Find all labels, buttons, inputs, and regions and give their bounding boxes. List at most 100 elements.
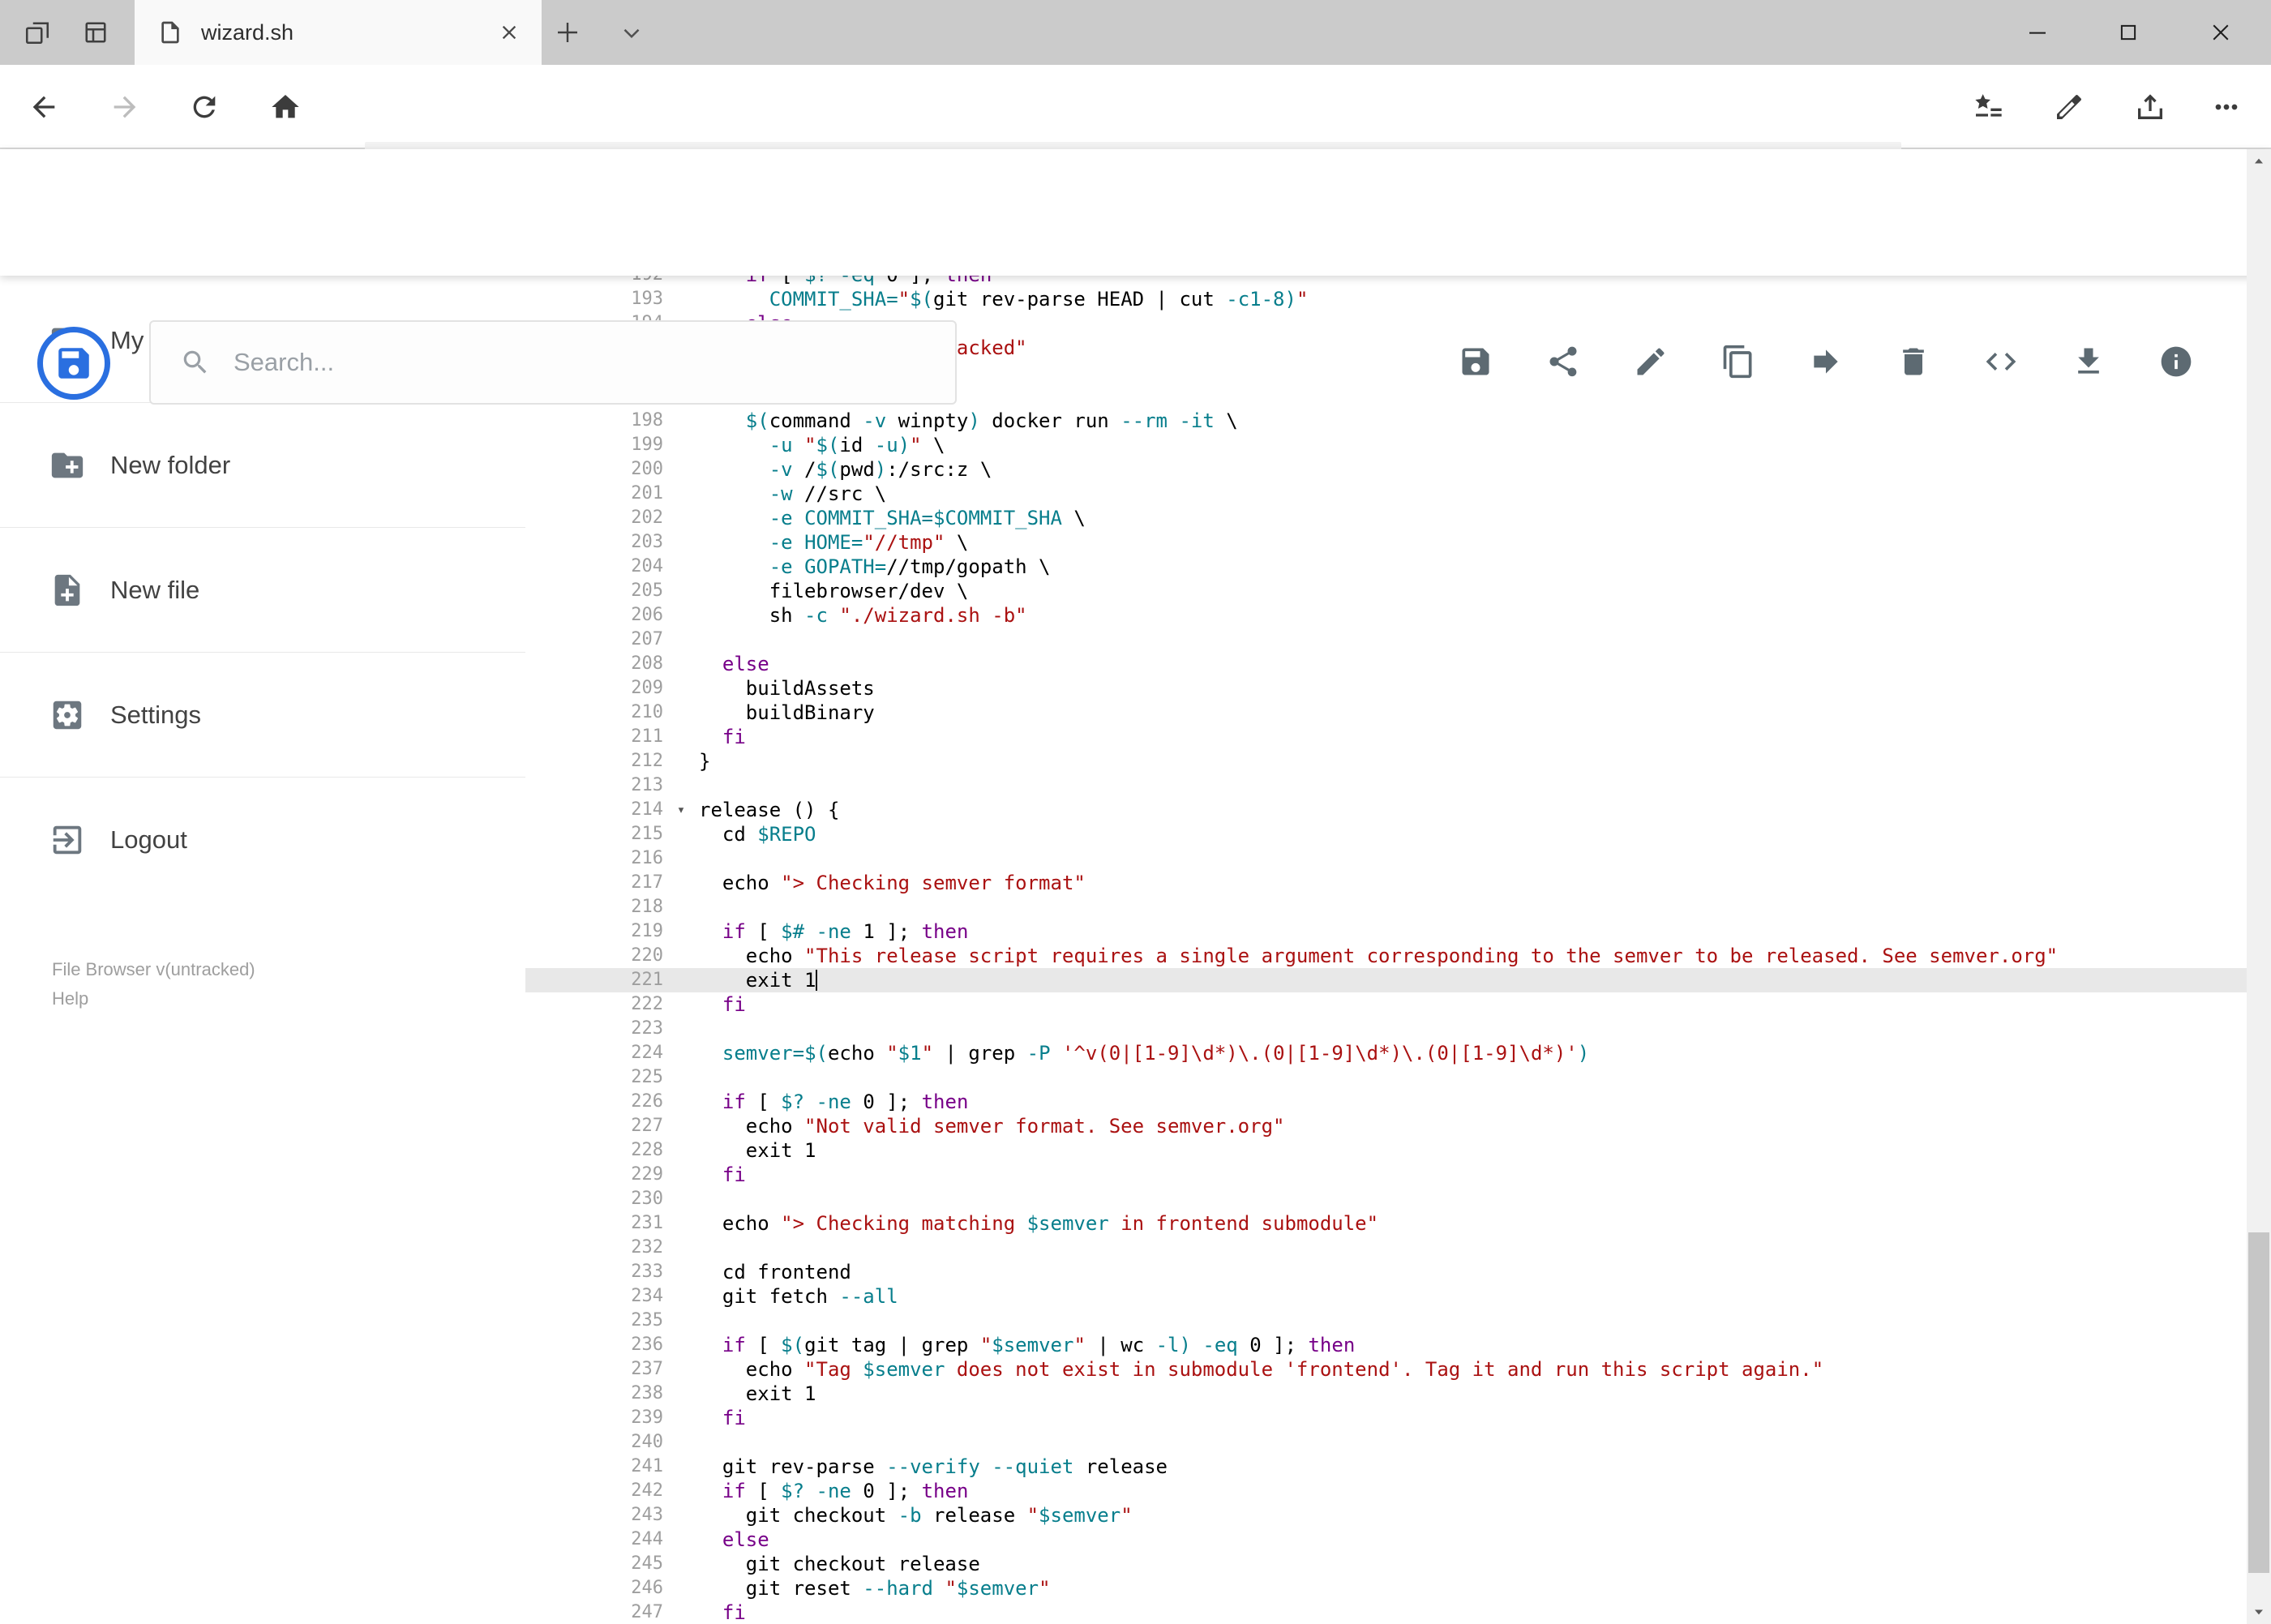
code-line-223[interactable]: 223 [525,1017,2247,1041]
gutter-spacer [663,846,699,871]
sidebar-item-settings[interactable]: Settings [0,653,525,777]
tab-preview-icon[interactable] [81,18,110,47]
code-line-215[interactable]: 215 cd $REPO [525,822,2247,846]
code-line-204[interactable]: 204 -e GOPATH=//tmp/gopath \ [525,555,2247,579]
code-line-221[interactable]: 221 exit 1 [525,968,2247,992]
code-line-198[interactable]: 198 $(command -v winpty) docker run --rm… [525,409,2247,433]
scroll-down-arrow[interactable] [2247,1600,2271,1624]
tab-close-icon[interactable] [498,21,521,44]
code-line-208[interactable]: 208 else [525,652,2247,676]
search-box[interactable] [149,320,957,405]
code-line-213[interactable]: 213 [525,773,2247,798]
code-line-218[interactable]: 218 [525,895,2247,919]
edit-button[interactable] [1633,344,1669,379]
sidebar-item-new-file[interactable]: New file [0,528,525,652]
code-line-201[interactable]: 201 -w //src \ [525,482,2247,506]
help-link[interactable]: Help [52,984,255,1013]
code-line-209[interactable]: 209 buildAssets [525,676,2247,701]
code-line-233[interactable]: 233 cd frontend [525,1260,2247,1284]
download-button[interactable] [2071,344,2106,379]
code-line-203[interactable]: 203 -e HOME="//tmp" \ [525,530,2247,555]
sidebar-item-new-folder[interactable]: New folder [0,403,525,527]
new-tab-button[interactable] [553,18,582,47]
code-line-212[interactable]: 212} [525,749,2247,773]
code-line-230[interactable]: 230 [525,1187,2247,1211]
code-line-216[interactable]: 216 [525,846,2247,871]
code-line-229[interactable]: 229 fi [525,1163,2247,1187]
code-line-192[interactable]: 192 if [ $? -eq 0 ]; then [525,276,2247,287]
code-line-217[interactable]: 217 echo "> Checking semver format" [525,871,2247,895]
info-button[interactable] [2158,344,2194,379]
code-line-236[interactable]: 236 if [ $(git tag | grep "$semver" | wc… [525,1333,2247,1357]
code-line-205[interactable]: 205 filebrowser/dev \ [525,579,2247,603]
code-line-244[interactable]: 244 else [525,1528,2247,1552]
code-line-246[interactable]: 246 git reset --hard "$semver" [525,1576,2247,1600]
code-text: git reset --hard "$semver" [699,1577,1051,1600]
share-page-icon[interactable] [2134,91,2166,123]
sidebar-item-logout[interactable]: Logout [0,778,525,902]
code-line-234[interactable]: 234 git fetch --all [525,1284,2247,1309]
code-line-211[interactable]: 211 fi [525,725,2247,749]
code-line-241[interactable]: 241 git rev-parse --verify --quiet relea… [525,1455,2247,1479]
home-button[interactable] [269,91,302,123]
code-line-202[interactable]: 202 -e COMMIT_SHA=$COMMIT_SHA \ [525,506,2247,530]
code-line-224[interactable]: 224 semver=$(echo "$1" | grep -P '^v(0|[… [525,1041,2247,1065]
more-menu-icon[interactable] [2210,91,2243,123]
line-number: 241 [631,1456,663,1476]
code-line-228[interactable]: 228 exit 1 [525,1138,2247,1163]
code-line-214[interactable]: 214 ▾ release () { [525,798,2247,822]
search-input[interactable] [234,348,955,377]
filebrowser-logo[interactable] [37,327,110,400]
code-line-225[interactable]: 225 [525,1065,2247,1090]
code-line-240[interactable]: 240 [525,1430,2247,1455]
code-line-231[interactable]: 231 echo "> Checking matching $semver in… [525,1211,2247,1236]
move-button[interactable] [1808,344,1844,379]
code-line-239[interactable]: 239 fi [525,1406,2247,1430]
tab-list-chevron-icon[interactable] [618,19,645,47]
gutter-spacer [663,1114,699,1138]
code-line-193[interactable]: 193 COMMIT_SHA="$(git rev-parse HEAD | c… [525,287,2247,311]
code-line-235[interactable]: 235 [525,1309,2247,1333]
code-line-206[interactable]: 206 sh -c "./wizard.sh -b" [525,603,2247,628]
window-close-button[interactable] [2186,0,2256,65]
refresh-button[interactable] [188,91,221,123]
code-line-222[interactable]: 222 fi [525,992,2247,1017]
code-line-210[interactable]: 210 buildBinary [525,701,2247,725]
line-number: 208 [631,653,663,674]
back-button[interactable] [28,91,60,123]
share-button[interactable] [1545,344,1581,379]
page-scrollbar[interactable] [2247,149,2271,1624]
code-line-232[interactable]: 232 [525,1236,2247,1260]
code-line-220[interactable]: 220 echo "This release script requires a… [525,944,2247,968]
window-maximize-button[interactable] [2093,0,2163,65]
delete-button[interactable] [1896,344,1931,379]
code-line-207[interactable]: 207 [525,628,2247,652]
raw-code-button[interactable] [1983,344,2019,379]
window-minimize-button[interactable] [2003,0,2072,65]
code-line-200[interactable]: 200 -v /$(pwd):/src:z \ [525,457,2247,482]
code-line-237[interactable]: 237 echo "Tag $semver does not exist in … [525,1357,2247,1382]
code-line-242[interactable]: 242 if [ $? -ne 0 ]; then [525,1479,2247,1503]
scroll-up-arrow[interactable] [2247,149,2271,174]
line-number: 210 [631,702,663,722]
gutter-spacer [663,579,699,603]
copy-button[interactable] [1720,344,1756,379]
browser-tab[interactable]: wizard.sh [135,0,542,65]
fold-marker-icon[interactable]: ▾ [663,798,699,822]
code-line-199[interactable]: 199 -u "$(id -u)" \ [525,433,2247,457]
code-line-243[interactable]: 243 git checkout -b release "$semver" [525,1503,2247,1528]
code-line-245[interactable]: 245 git checkout release [525,1552,2247,1576]
save-button[interactable] [1458,344,1493,379]
code-line-226[interactable]: 226 if [ $? -ne 0 ]; then [525,1090,2247,1114]
set-aside-tabs-icon[interactable] [23,18,52,47]
tab-bar: wizard.sh [0,0,2271,65]
code-line-219[interactable]: 219 if [ $# -ne 1 ]; then [525,919,2247,944]
scrollbar-thumb[interactable] [2248,1232,2269,1573]
code-line-247[interactable]: 247 fi [525,1600,2247,1624]
code-line-238[interactable]: 238 exit 1 [525,1382,2247,1406]
web-notes-icon[interactable] [2053,91,2085,123]
hub-favorites-icon[interactable] [1972,91,2004,123]
forward-button[interactable] [109,91,141,123]
code-editor[interactable]: 192 if [ $? -eq 0 ]; then193 COMMIT_SHA=… [525,276,2247,1624]
code-line-227[interactable]: 227 echo "Not valid semver format. See s… [525,1114,2247,1138]
